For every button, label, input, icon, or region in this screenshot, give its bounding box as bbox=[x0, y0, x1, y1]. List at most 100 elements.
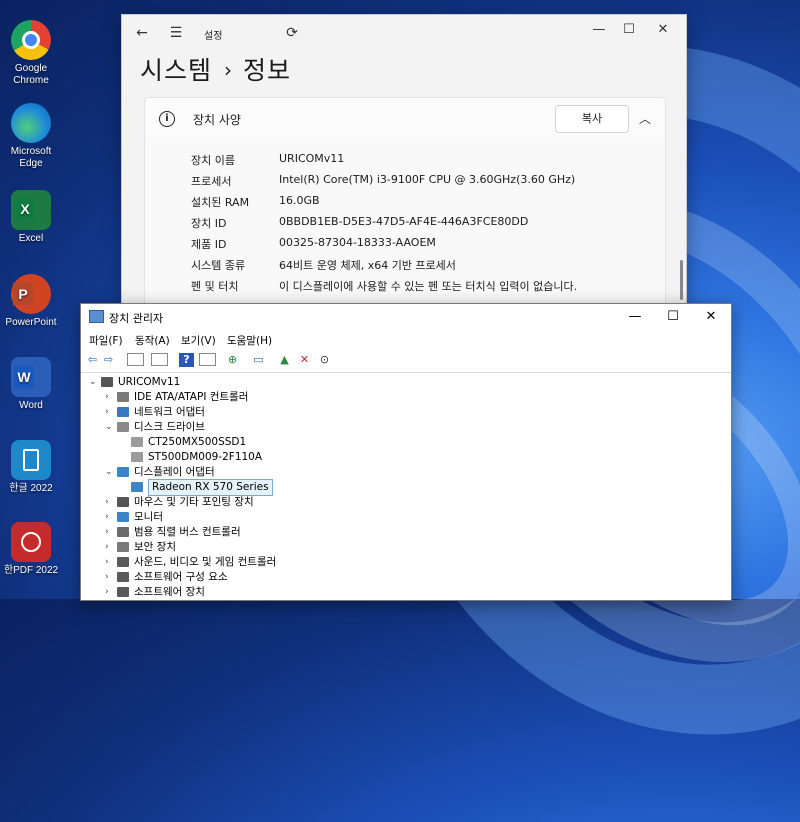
spec-key: 시스템 종류 bbox=[191, 259, 246, 272]
edge-icon bbox=[11, 103, 51, 143]
desktop-icon-label: 한PDF 2022 bbox=[3, 565, 59, 576]
toolbar: ⇦ ⇨ ? ⊕ ▭ ▲ ✕ ⊙ bbox=[81, 350, 731, 373]
device-icon bbox=[117, 467, 129, 477]
device-manager-icon bbox=[89, 310, 104, 323]
tree-root-label: URICOMv11 bbox=[118, 376, 181, 388]
scan-hardware-icon[interactable]: ⊕ bbox=[225, 353, 240, 367]
maximize-icon[interactable]: ☐ bbox=[614, 19, 644, 41]
breadcrumb-parent[interactable]: 시스템 bbox=[140, 56, 212, 85]
uninstall-icon[interactable]: ✕ bbox=[297, 353, 312, 367]
spec-value: 00325-87304-18333-AAOEM bbox=[279, 236, 436, 249]
tree-node-label: CT250MX500SSD1 bbox=[148, 436, 247, 448]
tree-node-label: IDE ATA/ATAPI 컨트롤러 bbox=[134, 391, 249, 403]
spec-value: 0BBDB1EB-D5E3-47D5-AF4E-446A3FCE80DD bbox=[279, 215, 529, 228]
word-icon: W bbox=[11, 357, 51, 397]
spec-key: 제품 ID bbox=[191, 238, 227, 251]
desktop-icon-label: Word bbox=[19, 400, 43, 411]
hanpdf-icon bbox=[11, 522, 51, 562]
menu-file[interactable]: 파일(F) bbox=[89, 333, 123, 348]
chevron-right-icon[interactable]: › bbox=[105, 570, 115, 585]
settings-window: ← ☰ 설정 ⟳ — ☐ ✕ 시스템 › 정보 i 장치 사양 복사 ︿ 장치 이름… bbox=[121, 14, 687, 316]
device-icon bbox=[117, 497, 129, 507]
device-icon bbox=[131, 437, 143, 447]
device-icon bbox=[117, 587, 129, 597]
forward-arrow-icon[interactable]: ⇨ bbox=[101, 353, 116, 367]
spec-value: Intel(R) Core(TM) i3-9100F CPU @ 3.60GHz… bbox=[279, 173, 576, 186]
computer-icon bbox=[101, 377, 113, 387]
page-title: 시스템 › 정보 bbox=[140, 51, 291, 87]
chrome-icon bbox=[11, 20, 51, 60]
minimize-icon[interactable]: — bbox=[584, 19, 614, 41]
monitor-icon[interactable]: ▭ bbox=[251, 353, 266, 367]
spec-key: 장치 ID bbox=[191, 217, 227, 230]
scrollbar-thumb[interactable] bbox=[680, 260, 683, 300]
maximize-icon[interactable]: ☐ bbox=[655, 307, 691, 327]
breadcrumb-current: 정보 bbox=[243, 56, 292, 85]
device-icon bbox=[117, 572, 129, 582]
tree-node-label: 디스플레이 어댑터 bbox=[134, 466, 215, 478]
menu-icon[interactable]: ☰ bbox=[164, 21, 188, 45]
excel-icon: X bbox=[11, 190, 51, 230]
chevron-right-icon[interactable]: › bbox=[105, 495, 115, 510]
desktop-icon-hangul[interactable]: 한글 2022 bbox=[0, 440, 62, 495]
chevron-right-icon[interactable]: › bbox=[105, 405, 115, 420]
back-arrow-icon[interactable]: ← bbox=[130, 21, 154, 45]
desktop-icon-edge[interactable]: Microsoft Edge bbox=[0, 103, 62, 170]
list-view-icon[interactable] bbox=[151, 353, 168, 366]
desktop-icon-label: Google Chrome bbox=[13, 63, 49, 86]
settings-titlebar: ← ☰ 설정 ⟳ — ☐ ✕ bbox=[122, 15, 686, 51]
help-icon[interactable]: ? bbox=[179, 353, 194, 367]
hangul-icon bbox=[11, 440, 51, 480]
desktop-icon-chrome[interactable]: Google Chrome bbox=[0, 20, 62, 87]
chevron-right-icon[interactable]: › bbox=[105, 510, 115, 525]
device-spec-header[interactable]: i 장치 사양 복사 ︿ bbox=[144, 97, 666, 143]
device-icon bbox=[117, 542, 129, 552]
chevron-right-icon[interactable]: › bbox=[105, 525, 115, 540]
info-icon: i bbox=[159, 111, 175, 127]
update-driver-icon[interactable]: ▲ bbox=[277, 353, 292, 367]
chevron-right-icon[interactable]: › bbox=[105, 555, 115, 570]
tree-node-label: 사운드, 비디오 및 게임 컨트롤러 bbox=[134, 556, 277, 568]
chevron-up-icon[interactable]: ︿ bbox=[639, 110, 651, 127]
tree-node-label: Radeon RX 570 Series bbox=[148, 479, 273, 496]
breadcrumb-separator: › bbox=[224, 58, 234, 82]
properties-icon[interactable] bbox=[127, 353, 144, 366]
chevron-down-icon[interactable]: ⌄ bbox=[105, 420, 115, 435]
minimize-icon[interactable]: — bbox=[617, 307, 653, 327]
desktop-icon-word[interactable]: W Word bbox=[0, 357, 62, 412]
spec-key: 장치 이름 bbox=[191, 154, 235, 167]
settings-app-title: 설정 bbox=[204, 31, 223, 42]
device-icon bbox=[117, 527, 129, 537]
close-icon[interactable]: ✕ bbox=[648, 19, 678, 41]
tree-node-label: 디스크 드라이브 bbox=[134, 421, 205, 433]
device-manager-title: 장치 관리자 bbox=[109, 312, 164, 325]
copy-button[interactable]: 복사 bbox=[555, 105, 629, 133]
spec-value: 16.0GB bbox=[279, 194, 320, 207]
menu-help[interactable]: 도움말(H) bbox=[227, 333, 272, 348]
details-icon[interactable] bbox=[199, 353, 216, 366]
download-icon[interactable]: ⊙ bbox=[317, 353, 332, 367]
device-spec-title: 장치 사양 bbox=[193, 113, 241, 127]
back-arrow-icon[interactable]: ⇦ bbox=[85, 353, 100, 367]
chevron-down-icon[interactable]: ⌄ bbox=[105, 465, 115, 480]
chevron-right-icon[interactable]: › bbox=[105, 390, 115, 405]
device-manager-titlebar: 장치 관리자 — ☐ ✕ bbox=[81, 304, 731, 330]
desktop-icon-powerpoint[interactable]: P PowerPoint bbox=[0, 274, 62, 329]
refresh-icon[interactable]: ⟳ bbox=[280, 21, 304, 45]
spec-value: 이 디스플레이에 사용할 수 있는 펜 또는 터치식 입력이 없습니다. bbox=[279, 280, 578, 293]
close-icon[interactable]: ✕ bbox=[693, 307, 729, 327]
chevron-right-icon[interactable]: › bbox=[105, 585, 115, 600]
desktop-icon-label: Excel bbox=[18, 233, 44, 244]
menu-action[interactable]: 동작(A) bbox=[135, 333, 170, 348]
desktop-icon-label: Microsoft Edge bbox=[10, 146, 52, 169]
tree-node-label: 네트워크 어댑터 bbox=[134, 406, 205, 418]
menu-view[interactable]: 보기(V) bbox=[181, 333, 216, 348]
tree-node-label: 소프트웨어 장치 bbox=[134, 586, 205, 598]
desktop-icon-hanpdf[interactable]: 한PDF 2022 bbox=[0, 522, 62, 577]
chevron-right-icon[interactable]: › bbox=[105, 540, 115, 555]
powerpoint-icon: P bbox=[11, 274, 51, 314]
chevron-down-icon[interactable]: ⌄ bbox=[89, 375, 99, 390]
desktop-icon-excel[interactable]: X Excel bbox=[0, 190, 62, 245]
device-icon bbox=[131, 482, 143, 492]
tree-node-label: 보안 장치 bbox=[134, 541, 176, 553]
